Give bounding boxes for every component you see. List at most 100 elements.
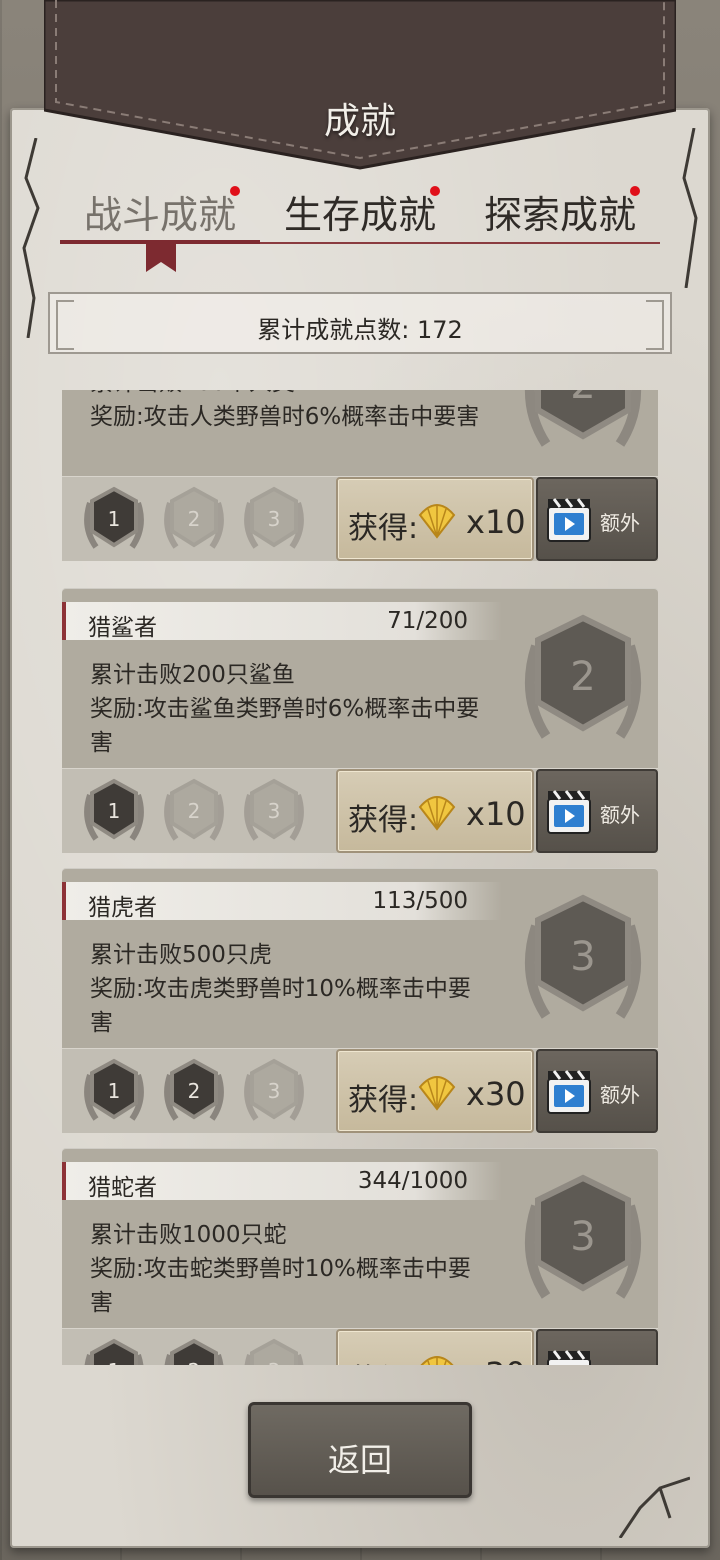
card-header: 猎鲨者 71/200	[62, 602, 502, 641]
watch-ad-extra-button[interactable]: 额外	[536, 1329, 658, 1365]
reward-label: 获得:	[348, 803, 419, 838]
title-banner: 成就	[44, 0, 676, 170]
tab-survival[interactable]: 生存成就	[260, 184, 460, 239]
achievement-goal: 累计击败500只虎	[90, 942, 272, 968]
tab-exploration[interactable]: 探索成就	[460, 184, 660, 239]
achievement-description: 累计击败500只虎 奖励:攻击虎类野兽时10%概率击中要害	[90, 938, 490, 1040]
reward-label: 获得:	[348, 1355, 418, 1365]
extra-label: 额外	[600, 803, 640, 827]
notification-dot	[430, 186, 440, 196]
tier-number: 2	[188, 799, 201, 823]
watch-ad-extra-button[interactable]: 额外	[536, 477, 658, 561]
medal-level: 2	[570, 654, 595, 700]
card-header: 猎虎者 113/500	[62, 882, 502, 921]
tier-number: 2	[188, 1359, 201, 1365]
tier-number: 3	[268, 1359, 281, 1365]
tier-medal-icon: 3	[244, 1338, 304, 1365]
reward-count: x10	[466, 795, 526, 833]
level-medal-icon: 3	[524, 1174, 642, 1299]
back-label: 返回	[327, 1441, 392, 1479]
extra-label: 额外	[600, 511, 640, 535]
shell-icon	[418, 796, 456, 831]
tier-medal-icon: 3	[244, 1058, 304, 1121]
watch-ad-extra-button[interactable]: 额外	[536, 1049, 658, 1133]
achievement-progress: 344/1000	[357, 1168, 468, 1194]
achievement-name: 猎蛇者	[88, 1175, 157, 1201]
card-actions: 1 2 3 获得: x30	[62, 1048, 658, 1133]
claim-reward-button[interactable]: 获得: x30	[336, 1049, 534, 1133]
achievement-progress: 113/500	[372, 888, 468, 914]
tier-medal-icon: 1	[84, 778, 144, 841]
tier-medal-icon: 2	[164, 1058, 224, 1121]
medal-level: 2	[570, 390, 595, 408]
achievement-reward-text: 奖励:攻击蛇类野兽时10%概率击中要害	[90, 1256, 471, 1316]
tier-medal-icon: 2	[164, 1338, 224, 1365]
level-medal-icon: 2	[524, 390, 642, 447]
claim-reward-button[interactable]: 获得: x10	[336, 769, 534, 853]
tab-label: 生存成就	[283, 193, 436, 237]
achievement-goal: 累计击败1000只蛇	[90, 1222, 287, 1248]
watch-ad-extra-button[interactable]: 额外	[536, 769, 658, 853]
tab-label: 战斗成就	[83, 193, 236, 237]
card-actions: 1 2 3 获得: x10 额外	[62, 768, 658, 853]
achievement-goal: 累计击败200个人类	[90, 390, 490, 400]
tab-bar: 战斗成就 生存成就 探索成就	[60, 180, 660, 272]
reward-count: x10	[466, 503, 526, 541]
achievement-goal: 累计击败200只鲨鱼	[90, 662, 295, 688]
claim-reward-button[interactable]: 获得: x30	[336, 1329, 534, 1365]
tier-number: 1	[108, 1079, 121, 1103]
video-clapper-icon	[547, 790, 591, 834]
reward-label: 获得:	[348, 511, 419, 546]
tab-ribbon-icon	[146, 244, 176, 272]
level-medal-icon: 2	[524, 614, 642, 739]
extra-label: 额外	[600, 1359, 640, 1365]
level-medal-icon: 3	[524, 894, 642, 1019]
achievement-card: 猎虎者 113/500 累计击败500只虎 奖励:攻击虎类野兽时10%概率击中要…	[62, 868, 658, 1133]
achievement-reward-text: 奖励:攻击人类野兽时6%概率击中要害	[90, 404, 480, 430]
notification-dot	[630, 186, 640, 196]
tier-number: 3	[268, 1079, 281, 1103]
achievement-card: 累计击败200个人类 奖励:攻击人类野兽时6%概率击中要害 2 1 2 3	[62, 390, 658, 561]
card-actions: 1 2 3 获得: x30	[62, 1328, 658, 1365]
tier-medal-icon: 2	[164, 486, 224, 549]
achievement-description: 累计击败200只鲨鱼 奖励:攻击鲨鱼类野兽时6%概率击中要害	[90, 658, 490, 760]
tier-medal-icon: 1	[84, 486, 144, 549]
achievement-name: 猎虎者	[88, 895, 157, 921]
tier-number: 3	[268, 507, 281, 531]
page-title: 成就	[323, 101, 396, 142]
card-header: 猎蛇者 344/1000	[62, 1162, 502, 1201]
tier-medal-icon: 1	[84, 1058, 144, 1121]
tab-label: 探索成就	[483, 193, 636, 237]
shell-icon	[420, 1356, 454, 1365]
achievement-points-text: 累计成就点数: 172	[257, 316, 463, 344]
shell-icon	[418, 504, 456, 539]
achievement-card: 猎鲨者 71/200 累计击败200只鲨鱼 奖励:攻击鲨鱼类野兽时6%概率击中要…	[62, 588, 658, 853]
achievement-description: 累计击败1000只蛇 奖励:攻击蛇类野兽时10%概率击中要害	[90, 1218, 490, 1320]
achievement-card: 猎蛇者 344/1000 累计击败1000只蛇 奖励:攻击蛇类野兽时10%概率击…	[62, 1148, 658, 1365]
tier-medal-icon: 1	[84, 1338, 144, 1365]
achievement-name: 猎鲨者	[88, 615, 157, 641]
video-clapper-icon	[547, 498, 591, 542]
reward-count: x30	[466, 1355, 526, 1365]
claim-reward-button[interactable]: 获得: x10	[336, 477, 534, 561]
shell-icon	[418, 1076, 456, 1111]
achievement-reward-text: 奖励:攻击鲨鱼类野兽时6%概率击中要害	[90, 696, 480, 756]
notification-dot	[230, 186, 240, 196]
reward-label: 获得:	[348, 1083, 419, 1118]
reward-count: x30	[466, 1075, 526, 1113]
tab-combat[interactable]: 战斗成就	[60, 184, 260, 239]
achievement-description: 累计击败200个人类 奖励:攻击人类野兽时6%概率击中要害	[90, 390, 490, 434]
tier-number: 1	[108, 799, 121, 823]
achievement-points-bar: 累计成就点数: 172	[48, 292, 672, 354]
tier-number: 1	[108, 507, 121, 531]
back-button[interactable]: 返回	[248, 1402, 472, 1498]
tier-number: 1	[108, 1359, 121, 1365]
card-actions: 1 2 3 获得: x10 额外	[62, 476, 658, 561]
achievement-reward-text: 奖励:攻击虎类野兽时10%概率击中要害	[90, 976, 471, 1036]
video-clapper-icon	[547, 1070, 591, 1114]
tier-number: 2	[188, 1079, 201, 1103]
achievement-list[interactable]: 累计击败200个人类 奖励:攻击人类野兽时6%概率击中要害 2 1 2 3	[62, 390, 658, 1365]
medal-level: 3	[570, 1214, 595, 1260]
tier-number: 2	[188, 507, 201, 531]
extra-label: 额外	[600, 1083, 640, 1107]
